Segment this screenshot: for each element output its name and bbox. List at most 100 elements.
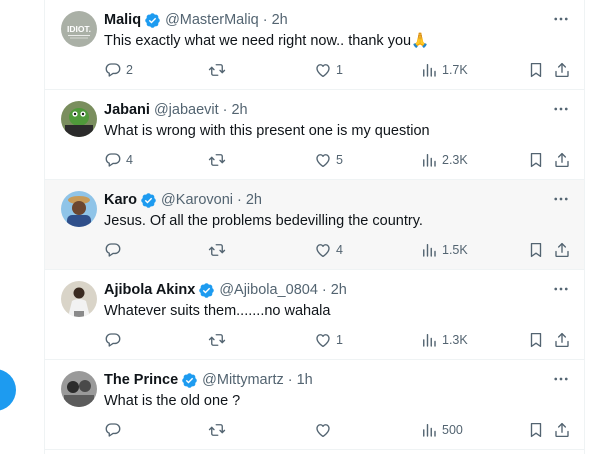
reply-icon [104,61,122,79]
reply-count: 4 [126,153,133,167]
views-button[interactable]: 1.3K [420,329,468,351]
username[interactable]: @Ajibola_0804 [219,282,318,298]
reply-count: 2 [126,63,133,77]
replies-timeline: IDIOT. Maliq @MasterMaliq · 2h This exac… [44,0,585,454]
action-bar: 500 [104,419,568,441]
more-icon[interactable] [552,280,570,298]
username[interactable]: @MasterMaliq [165,12,259,28]
reply-button[interactable] [104,239,126,261]
timestamp[interactable]: 2h [272,12,288,28]
reply-button[interactable] [104,329,126,351]
avatar[interactable] [61,371,97,407]
like-button[interactable]: 4 [314,239,343,261]
like-icon [314,151,332,169]
like-button[interactable] [314,419,336,441]
display-name[interactable]: Karo [104,192,137,208]
reply-tweet[interactable]: Ajibola Akinx @Ajibola_0804 · 2h Whateve… [45,270,584,360]
share-icon [553,151,571,169]
compose-post-button[interactable] [0,369,16,411]
like-button[interactable]: 5 [314,149,343,171]
verified-badge-icon[interactable] [181,372,198,389]
separator-dot: · [222,102,228,118]
display-name[interactable]: Jabani [104,102,150,118]
like-icon [314,241,332,259]
views-button[interactable]: 2.3K [420,149,468,171]
display-name[interactable]: Maliq [104,12,141,28]
reply-header: The Prince @Mittymartz · 1h [104,370,538,390]
bookmark-button[interactable] [527,419,545,441]
avatar[interactable] [61,191,97,227]
separator-dot: · [262,12,268,28]
views-icon [420,151,438,169]
reply-header: Maliq @MasterMaliq · 2h [104,10,538,30]
retweet-button[interactable] [208,419,230,441]
retweet-button[interactable] [208,329,230,351]
like-count: 4 [336,243,343,257]
reply-icon [104,421,122,439]
reply-tweet[interactable]: Jabani @jabaevit · 2h What is wrong with… [45,90,584,180]
username[interactable]: @Karovoni [161,192,233,208]
like-icon [314,331,332,349]
reply-button[interactable] [104,419,126,441]
share-button[interactable] [553,419,571,441]
retweet-button[interactable] [208,59,230,81]
more-icon[interactable] [552,370,570,388]
bookmark-button[interactable] [527,239,545,261]
bookmark-button[interactable] [527,149,545,171]
timestamp[interactable]: 2h [246,192,262,208]
views-count: 2.3K [442,153,468,167]
share-button[interactable] [553,239,571,261]
views-button[interactable]: 1.5K [420,239,468,261]
bookmark-icon [527,421,545,439]
timestamp[interactable]: 1h [297,372,313,388]
views-button[interactable]: 500 [420,419,463,441]
timestamp[interactable]: 2h [231,102,247,118]
share-button[interactable] [553,329,571,351]
reply-button[interactable]: 4 [104,149,133,171]
more-icon[interactable] [552,100,570,118]
bookmark-icon [527,151,545,169]
reply-text: This exactly what we need right now.. th… [104,33,430,49]
reply-button[interactable]: 2 [104,59,133,81]
retweet-button[interactable] [208,149,230,171]
more-icon[interactable] [552,190,570,208]
username[interactable]: @Mittymartz [202,372,284,388]
bookmark-button[interactable] [527,59,545,81]
reply-header: Ajibola Akinx @Ajibola_0804 · 2h [104,280,538,300]
timestamp[interactable]: 2h [331,282,347,298]
views-count: 1.3K [442,333,468,347]
share-button[interactable] [553,149,571,171]
views-button[interactable]: 1.7K [420,59,468,81]
like-button[interactable]: 1 [314,329,343,351]
username[interactable]: @jabaevit [154,102,219,118]
action-bar: 4 5 2.3K [104,149,568,171]
like-button[interactable]: 1 [314,59,343,81]
more-icon[interactable] [552,10,570,28]
separator-dot: · [321,282,327,298]
reply-tweet[interactable]: IDIOT. Maliq @MasterMaliq · 2h This exac… [45,0,584,90]
verified-badge-icon[interactable] [198,282,215,299]
bookmark-icon [527,331,545,349]
bookmark-icon [527,61,545,79]
retweet-button[interactable] [208,239,230,261]
views-icon [420,421,438,439]
share-icon [553,241,571,259]
verified-badge-icon[interactable] [144,12,161,29]
reply-tweet[interactable]: The Prince @Mittymartz · 1h What is the … [45,360,584,450]
like-icon [314,421,332,439]
avatar[interactable] [61,101,97,137]
reply-tweet[interactable]: Karo @Karovoni · 2h Jesus. Of all the pr… [45,180,584,270]
like-count: 1 [336,63,343,77]
reply-header: Jabani @jabaevit · 2h [104,100,538,120]
verified-badge-icon[interactable] [140,192,157,209]
share-icon [553,421,571,439]
views-count: 1.7K [442,63,468,77]
bookmark-button[interactable] [527,329,545,351]
display-name[interactable]: The Prince [104,372,178,388]
share-button[interactable] [553,59,571,81]
retweet-icon [208,151,226,169]
display-name[interactable]: Ajibola Akinx [104,282,195,298]
reply-text: What is the old one ? [104,393,241,409]
avatar[interactable] [61,281,97,317]
avatar[interactable]: IDIOT. [61,11,97,47]
